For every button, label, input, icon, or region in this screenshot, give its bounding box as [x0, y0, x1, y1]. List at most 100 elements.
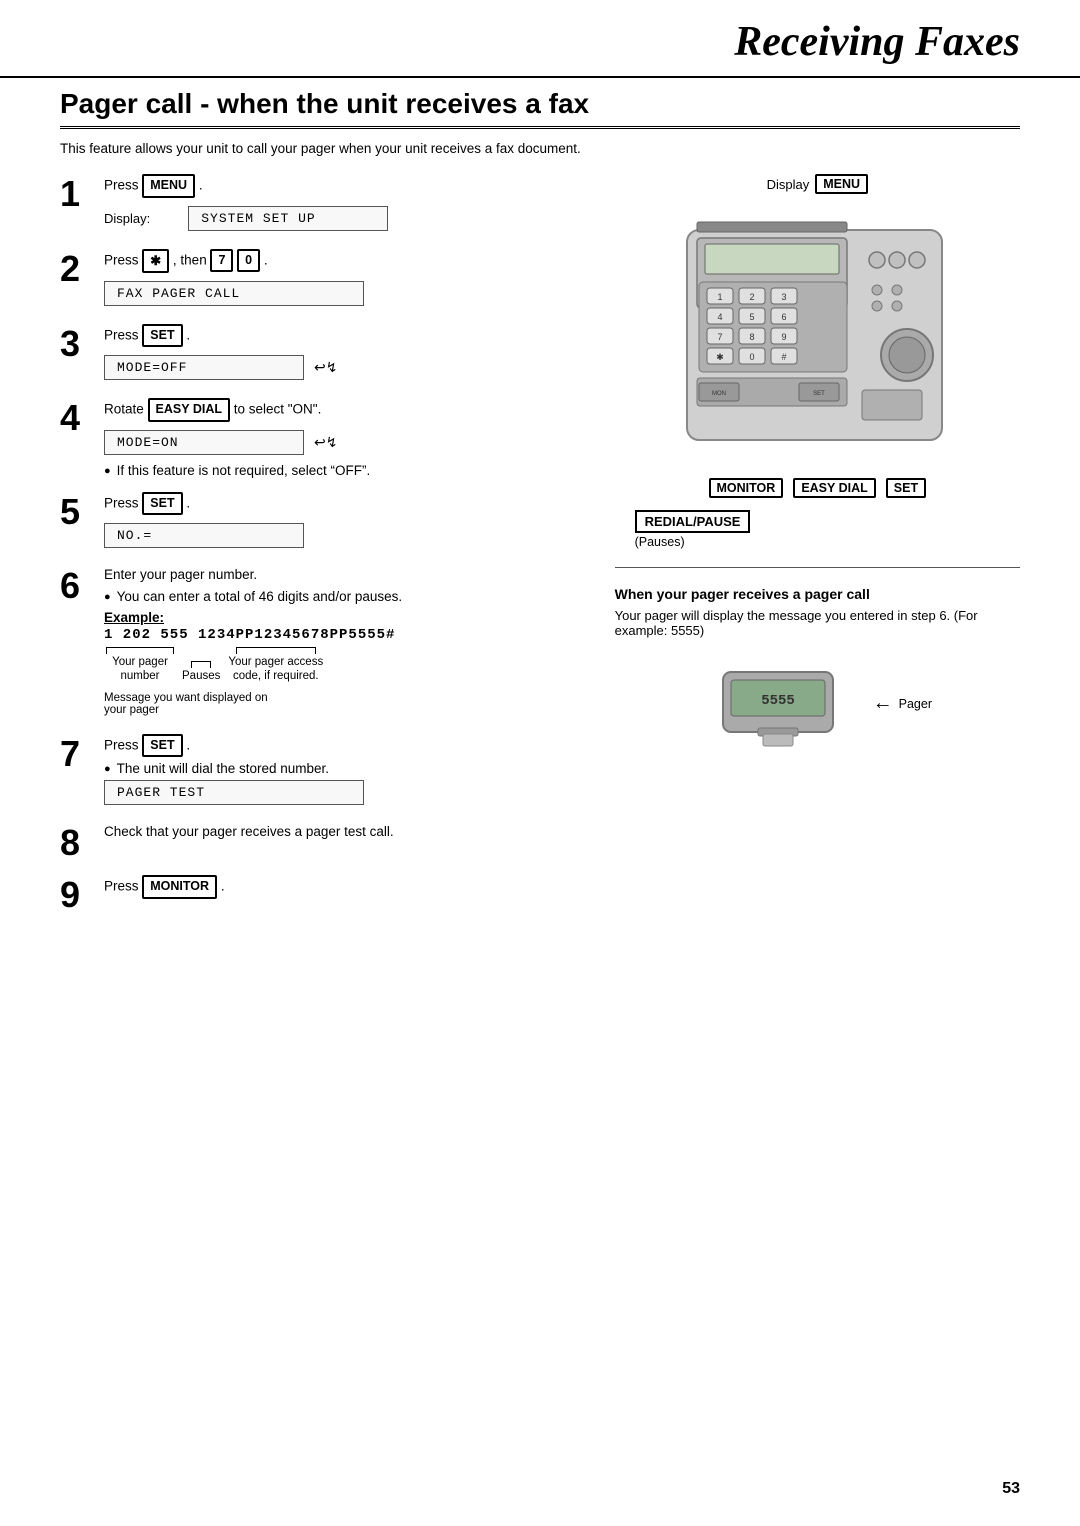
monitor-label-right: MONITOR: [709, 478, 784, 498]
svg-text:5555: 5555: [761, 693, 795, 709]
step-number-6: 6: [60, 568, 104, 604]
menu-key-1: MENU: [142, 174, 195, 198]
svg-text:5: 5: [750, 312, 755, 322]
step-1-line: Press MENU .: [104, 174, 585, 198]
pager-call-section: When your pager receives a pager call Yo…: [615, 586, 1020, 755]
bracket-access-label: Your pager accesscode, if required.: [228, 656, 323, 684]
set-key-5: SET: [142, 492, 182, 516]
step-6-content: Enter your pager number. You can enter a…: [104, 566, 585, 719]
bracket-pauses-label: Pauses: [182, 670, 220, 684]
display-box-7: PAGER TEST: [104, 780, 364, 805]
two-col-layout: 1 Press MENU . Display: SYSTEM SET UP 2: [60, 174, 1020, 927]
pager-illustration: 5555: [703, 652, 863, 755]
bracket-pager-label: Your pagernumber: [112, 656, 168, 684]
step-number-8: 8: [60, 825, 104, 861]
step-number-4: 4: [60, 400, 104, 436]
step-6-line: Enter your pager number.: [104, 566, 585, 585]
display-box-4: MODE=ON: [104, 430, 304, 455]
step-1-content: Press MENU . Display: SYSTEM SET UP: [104, 174, 585, 235]
set-key-3: SET: [142, 324, 182, 348]
step-7-content: Press SET . The unit will dial the store…: [104, 734, 585, 810]
step-1: 1 Press MENU . Display: SYSTEM SET UP: [60, 174, 585, 235]
svg-text:4: 4: [718, 312, 723, 322]
svg-text:MON: MON: [712, 391, 726, 397]
step-5-content: Press SET . NO.=: [104, 492, 585, 553]
monitor-key: MONITOR: [142, 875, 217, 899]
main-content: Pager call - when the unit receives a fa…: [0, 88, 1080, 967]
key-7: 7: [210, 249, 233, 273]
step-4-bullet: If this feature is not required, select …: [104, 463, 585, 478]
section-heading-text: Pager call - when the unit receives a fa…: [60, 88, 589, 120]
svg-text:2: 2: [750, 292, 755, 302]
step-9: 9 Press MONITOR .: [60, 875, 585, 913]
step-8-content: Check that your pager receives a pager t…: [104, 823, 585, 846]
svg-text:#: #: [782, 352, 787, 362]
pauses-note: (Pauses): [635, 535, 1020, 549]
svg-text:8: 8: [750, 332, 755, 342]
section-divider: [615, 567, 1020, 568]
step-7-line: Press SET .: [104, 734, 585, 758]
cursor-sym-3: ↩↯: [314, 359, 337, 376]
pager-call-text: Your pager will display the message you …: [615, 608, 1020, 638]
redial-pause-key: REDIAL/PAUSE: [635, 510, 751, 533]
fax-button-labels: MONITOR EASY DIAL SET: [709, 478, 927, 498]
pager-image-area: 5555 ← Pager: [615, 652, 1020, 755]
section-heading: Pager call - when the unit receives a fa…: [60, 88, 1020, 129]
step-4-content: Rotate EASY DIAL to select "ON". MODE=ON…: [104, 398, 585, 478]
pager-label-text: Pager: [899, 697, 932, 711]
step-4-line: Rotate EASY DIAL to select "ON".: [104, 398, 585, 422]
hash-key: ✱: [142, 249, 169, 273]
right-column: Display MENU 1: [615, 174, 1020, 927]
redial-pause-area: REDIAL/PAUSE (Pauses): [615, 504, 1020, 549]
svg-text:✱: ✱: [717, 352, 725, 362]
set-key-7: SET: [142, 734, 182, 758]
step-number-5: 5: [60, 494, 104, 530]
step-2: 2 Press ✱ , then 7 0 . FAX PAGER CALL: [60, 249, 585, 310]
step-6: 6 Enter your pager number. You can enter…: [60, 566, 585, 719]
step-4: 4 Rotate EASY DIAL to select "ON". MODE=…: [60, 398, 585, 478]
page-number: 53: [1002, 1480, 1020, 1498]
step-6-bullet: You can enter a total of 46 digits and/o…: [104, 589, 585, 604]
step-8-line: Check that your pager receives a pager t…: [104, 823, 585, 842]
intro-text: This feature allows your unit to call yo…: [60, 141, 1020, 156]
step-number-9: 9: [60, 877, 104, 913]
svg-text:1: 1: [718, 292, 723, 302]
step-number-7: 7: [60, 736, 104, 772]
example-diagram: Your pagernumber Pauses Your pager acces…: [104, 647, 585, 716]
step-8: 8 Check that your pager receives a pager…: [60, 823, 585, 861]
step-3-content: Press SET . MODE=OFF ↩↯: [104, 324, 585, 385]
step-number-1: 1: [60, 176, 104, 212]
pager-label-area: ← Pager: [873, 692, 932, 715]
easy-dial-key: EASY DIAL: [148, 398, 230, 422]
step-7: 7 Press SET . The unit will dial the sto…: [60, 734, 585, 810]
left-column: 1 Press MENU . Display: SYSTEM SET UP 2: [60, 174, 585, 927]
display-menu-row: Display MENU: [767, 174, 868, 194]
step-3-display-row: MODE=OFF ↩↯: [104, 351, 585, 384]
step-2-line: Press ✱ , then 7 0 .: [104, 249, 585, 273]
svg-text:3: 3: [782, 292, 787, 302]
display-box-3: MODE=OFF: [104, 355, 304, 380]
step-2-content: Press ✱ , then 7 0 . FAX PAGER CALL: [104, 249, 585, 310]
cursor-sym-4: ↩↯: [314, 434, 337, 451]
step-number-3: 3: [60, 326, 104, 362]
example-label: Example:: [104, 610, 585, 625]
step-5: 5 Press SET . NO.=: [60, 492, 585, 553]
step-5-line: Press SET .: [104, 492, 585, 516]
display-box-5: NO.=: [104, 523, 304, 548]
easy-dial-label-right: EASY DIAL: [793, 478, 875, 498]
display-label-1: Display:: [104, 211, 150, 226]
display-box-2: FAX PAGER CALL: [104, 281, 364, 306]
page-title: Receiving Faxes: [734, 19, 1020, 65]
svg-text:7: 7: [718, 332, 723, 342]
svg-text:SET: SET: [813, 391, 825, 397]
step-9-content: Press MONITOR .: [104, 875, 585, 903]
step-1-display-row: Display: SYSTEM SET UP: [104, 202, 585, 235]
key-0: 0: [237, 249, 260, 273]
message-label: Message you want displayed onyour pager: [104, 692, 585, 716]
page-header: Receiving Faxes: [0, 0, 1080, 78]
step-number-2: 2: [60, 251, 104, 287]
pager-call-heading: When your pager receives a pager call: [615, 586, 1020, 602]
set-label-right: SET: [886, 478, 926, 498]
svg-text:0: 0: [750, 352, 755, 362]
step-3: 3 Press SET . MODE=OFF ↩↯: [60, 324, 585, 385]
